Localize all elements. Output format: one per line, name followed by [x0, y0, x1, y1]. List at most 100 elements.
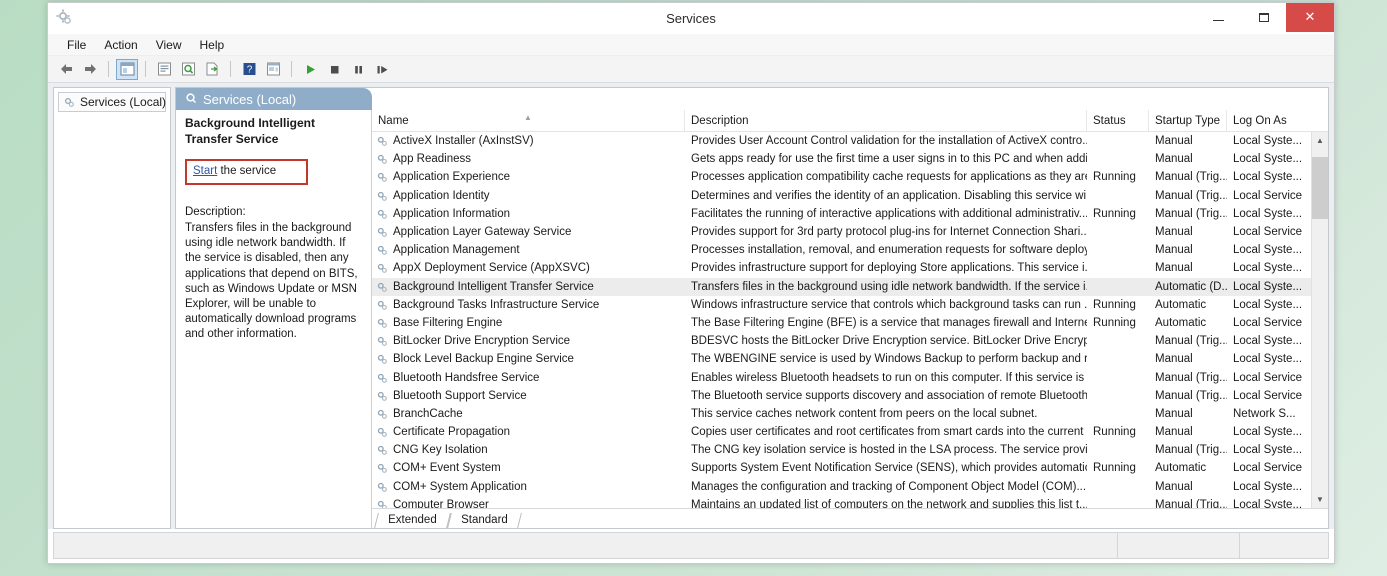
service-name-label: ActiveX Installer (AxInstSV)	[393, 135, 534, 148]
cell-description: The Base Filtering Engine (BFE) is a ser…	[691, 316, 1087, 329]
table-row[interactable]: Block Level Backup Engine Service The WBE…	[372, 350, 1311, 368]
tab-extended[interactable]: Extended	[374, 513, 451, 528]
window-title: Services	[666, 10, 716, 26]
maximize-button[interactable]	[1241, 2, 1286, 32]
help-question-button[interactable]: ?	[238, 59, 260, 80]
properties-button[interactable]	[153, 59, 175, 80]
cell-log-on-as: Local Syste...	[1233, 153, 1303, 166]
cell-log-on-as: Local Service	[1233, 189, 1303, 202]
body-split: Services (Local) Services (Local) Backgr…	[48, 83, 1334, 529]
back-button[interactable]	[55, 59, 77, 80]
cell-startup-type: Manual (Trig...	[1155, 389, 1227, 402]
table-row[interactable]: BitLocker Drive Encryption Service BDESVC…	[372, 332, 1311, 350]
table-row[interactable]: Bluetooth Support Service The Bluetooth s…	[372, 387, 1311, 405]
scroll-thumb[interactable]	[1311, 157, 1328, 219]
table-row[interactable]: Application Identity Determines and verif…	[372, 187, 1311, 205]
table-row[interactable]: BranchCache This service caches network c…	[372, 405, 1311, 423]
cell-startup-type: Manual (Trig...	[1155, 171, 1227, 184]
cell-description: Transfers files in the background using …	[691, 280, 1087, 293]
close-button[interactable]: ✕	[1286, 2, 1334, 32]
table-row[interactable]: COM+ System Application Manages the confi…	[372, 478, 1311, 496]
service-name-label: Background Tasks Infrastructure Service	[393, 298, 600, 311]
export-list-button[interactable]	[201, 59, 223, 80]
menu-view[interactable]: View	[147, 36, 191, 54]
menu-action[interactable]: Action	[95, 36, 146, 54]
table-row[interactable]: Application Layer Gateway Service Provide…	[372, 223, 1311, 241]
content-header-tab[interactable]: Services (Local)	[176, 88, 372, 110]
cell-service-name: Bluetooth Support Service	[372, 390, 685, 402]
view-tabs: Extended Standard	[372, 508, 1328, 528]
cell-log-on-as: Local Syste...	[1233, 353, 1303, 366]
cell-description: Manages the configuration and tracking o…	[691, 480, 1087, 493]
menu-bar: File Action View Help	[48, 34, 1334, 56]
table-row[interactable]: COM+ Event System Supports System Event N…	[372, 459, 1311, 477]
service-gear-icon	[376, 390, 388, 402]
start-service-button[interactable]	[299, 59, 321, 80]
vertical-scrollbar[interactable]: ▲ ▼	[1311, 132, 1328, 508]
scroll-up-arrow-icon[interactable]: ▲	[1311, 132, 1328, 149]
service-name-label: COM+ System Application	[393, 480, 527, 493]
cell-startup-type: Manual	[1155, 226, 1193, 239]
column-header-description[interactable]: Description	[685, 110, 1087, 131]
service-gear-icon	[376, 135, 388, 147]
column-header-status[interactable]: Status	[1087, 110, 1149, 131]
pause-service-button[interactable]	[347, 59, 369, 80]
cell-status: Running	[1093, 298, 1136, 311]
title-bar: Services ✕	[48, 2, 1334, 34]
table-row[interactable]: Application Management Processes installa…	[372, 241, 1311, 259]
table-row[interactable]: App Readiness Gets apps ready for use the…	[372, 150, 1311, 168]
scroll-track[interactable]	[1311, 149, 1328, 491]
service-name-label: Bluetooth Support Service	[393, 389, 527, 402]
cell-service-name: BitLocker Drive Encryption Service	[372, 335, 685, 347]
service-name-label: Bluetooth Handsfree Service	[393, 371, 540, 384]
status-bar	[53, 532, 1329, 559]
table-row[interactable]: Application Information Facilitates the r…	[372, 205, 1311, 223]
cell-description: Copies user certificates and root certif…	[691, 426, 1087, 439]
cell-description: Facilitates the running of interactive a…	[691, 207, 1087, 220]
column-header-name[interactable]: Name ▲	[372, 110, 685, 131]
start-service-link[interactable]: Start	[193, 165, 217, 177]
table-row[interactable]: Background Tasks Infrastructure Service W…	[372, 296, 1311, 314]
scroll-down-arrow-icon[interactable]: ▼	[1311, 491, 1328, 508]
column-header-startup-type[interactable]: Startup Type	[1149, 110, 1227, 131]
table-row[interactable]: Certificate Propagation Copies user certi…	[372, 423, 1311, 441]
show-hide-console-tree-button[interactable]	[116, 58, 138, 80]
cell-log-on-as: Local Syste...	[1233, 426, 1303, 439]
menu-help[interactable]: Help	[191, 36, 234, 54]
table-row[interactable]: Background Intelligent Transfer Service T…	[372, 277, 1311, 296]
column-header-log-on-as[interactable]: Log On As	[1227, 110, 1307, 131]
refresh-magnifier-button[interactable]	[177, 59, 199, 80]
restart-service-button[interactable]	[371, 59, 393, 80]
cell-service-name: Block Level Backup Engine Service	[372, 353, 685, 365]
table-row[interactable]: Application Experience Processes applicat…	[372, 168, 1311, 186]
service-gear-icon	[376, 262, 388, 274]
table-row[interactable]: CNG Key Isolation The CNG key isolation s…	[372, 441, 1311, 459]
cell-service-name: Computer Browser	[372, 499, 685, 508]
cell-startup-type: Manual	[1155, 244, 1193, 257]
description-text: Transfers files in the background using …	[185, 222, 358, 341]
service-gear-icon	[376, 317, 388, 329]
table-row[interactable]: ActiveX Installer (AxInstSV) Provides Use…	[372, 132, 1311, 150]
menu-file[interactable]: File	[58, 36, 95, 54]
cell-startup-type: Manual (Trig...	[1155, 207, 1227, 220]
stop-service-button[interactable]	[323, 59, 345, 80]
table-row[interactable]: Computer Browser Maintains an updated lis…	[372, 496, 1311, 508]
tab-standard[interactable]: Standard	[446, 513, 522, 528]
service-gear-icon	[376, 208, 388, 220]
minimize-button[interactable]	[1196, 2, 1241, 32]
table-row[interactable]: Base Filtering Engine The Base Filtering …	[372, 314, 1311, 332]
action-pane-button[interactable]	[262, 59, 284, 80]
tree-node-services-local[interactable]: Services (Local)	[58, 92, 166, 112]
cell-description: Gets apps ready for use the first time a…	[691, 153, 1087, 166]
service-gear-icon	[376, 426, 388, 438]
service-gear-icon	[376, 299, 388, 311]
forward-button[interactable]	[79, 59, 101, 80]
start-service-suffix: the service	[217, 164, 277, 177]
tab-standard-label: Standard	[460, 514, 508, 526]
cell-description: Provides support for 3rd party protocol …	[691, 226, 1087, 239]
table-row[interactable]: AppX Deployment Service (AppXSVC) Provide…	[372, 259, 1311, 277]
service-gear-icon	[376, 244, 388, 256]
table-row[interactable]: Bluetooth Handsfree Service Enables wirel…	[372, 368, 1311, 386]
cell-startup-type: Manual (Trig...	[1155, 444, 1227, 457]
cell-startup-type: Automatic	[1155, 316, 1207, 329]
